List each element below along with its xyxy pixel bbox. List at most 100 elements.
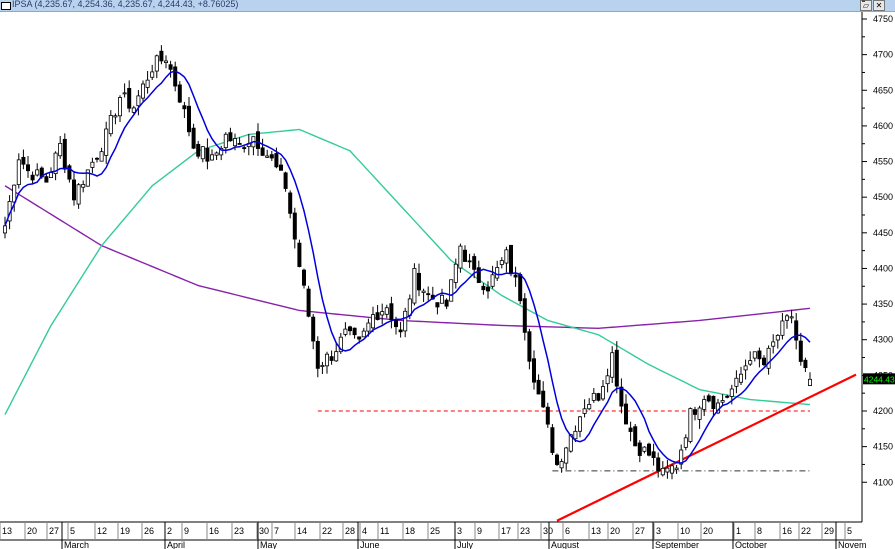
candle bbox=[545, 402, 550, 428]
candle bbox=[283, 171, 288, 192]
y-tick-label: 4650 bbox=[873, 85, 893, 95]
candle-body bbox=[58, 142, 63, 157]
candle bbox=[596, 392, 601, 402]
candle bbox=[85, 169, 90, 187]
x-month-label: August bbox=[551, 540, 580, 549]
candle-body bbox=[384, 307, 389, 315]
candle bbox=[550, 424, 555, 456]
candle-body bbox=[329, 356, 334, 361]
candle bbox=[481, 283, 486, 295]
candle-body bbox=[127, 88, 132, 109]
moving-average-medium bbox=[4, 128, 811, 415]
candle-body bbox=[25, 164, 30, 172]
candle bbox=[334, 342, 339, 362]
candle bbox=[375, 304, 380, 321]
candle bbox=[209, 149, 214, 161]
candle-body bbox=[269, 154, 274, 159]
candle bbox=[104, 121, 109, 164]
candle-body bbox=[209, 154, 214, 161]
candle-body bbox=[462, 249, 467, 262]
candle bbox=[118, 95, 123, 123]
candle bbox=[522, 293, 527, 341]
candle-body bbox=[610, 352, 615, 378]
candle bbox=[743, 359, 748, 380]
candle bbox=[582, 399, 587, 418]
candle-body bbox=[688, 408, 693, 442]
candle-body bbox=[72, 179, 77, 201]
candle-body bbox=[702, 399, 707, 410]
candle-body bbox=[637, 442, 642, 456]
candle-body bbox=[407, 298, 412, 316]
candle-body bbox=[513, 274, 518, 278]
candle bbox=[633, 424, 638, 447]
x-day-label: 28 bbox=[345, 526, 355, 536]
candle-body bbox=[205, 147, 210, 162]
candle-body bbox=[693, 409, 698, 415]
candle bbox=[200, 146, 205, 163]
x-day-label: 26 bbox=[144, 526, 154, 536]
x-day-label: 22 bbox=[322, 526, 332, 536]
candle-body bbox=[173, 66, 178, 87]
x-month-label: June bbox=[360, 540, 380, 549]
x-day-label: 20 bbox=[703, 526, 713, 536]
x-day-label: 17 bbox=[501, 526, 511, 536]
x-day-label: 2 bbox=[167, 526, 172, 536]
candle bbox=[62, 133, 67, 174]
candle-body bbox=[347, 326, 352, 332]
moving-average-short bbox=[4, 70, 811, 464]
candle-body bbox=[582, 408, 587, 414]
candle-body bbox=[647, 443, 652, 456]
candle-body bbox=[131, 107, 136, 113]
candle bbox=[311, 314, 316, 350]
candle bbox=[651, 443, 656, 466]
candle-body bbox=[177, 84, 182, 103]
candle bbox=[752, 351, 757, 362]
candle bbox=[541, 381, 546, 409]
candle-body bbox=[752, 351, 757, 359]
candle bbox=[421, 288, 426, 302]
candle bbox=[601, 380, 606, 401]
candle bbox=[693, 406, 698, 421]
candle-body bbox=[550, 427, 555, 453]
candle-body bbox=[485, 286, 490, 292]
candle bbox=[665, 460, 670, 479]
y-tick-label: 4450 bbox=[873, 228, 893, 238]
candle-body bbox=[154, 55, 159, 72]
candle-body bbox=[508, 244, 513, 274]
candle bbox=[771, 334, 776, 354]
candle bbox=[412, 263, 417, 306]
y-tick-label: 4200 bbox=[873, 406, 893, 416]
candle bbox=[670, 463, 675, 480]
candle bbox=[642, 446, 647, 454]
candle-body bbox=[439, 294, 444, 304]
candle bbox=[536, 374, 541, 395]
candle-body bbox=[108, 115, 113, 135]
candle-body bbox=[748, 360, 753, 365]
candle-body bbox=[656, 457, 661, 472]
candle-body bbox=[44, 176, 49, 183]
candle bbox=[343, 322, 348, 337]
candle bbox=[3, 216, 8, 239]
x-month-label: October bbox=[735, 540, 767, 549]
candle-body bbox=[633, 426, 638, 447]
candle-body bbox=[706, 395, 711, 402]
candle bbox=[458, 243, 463, 273]
candle bbox=[370, 306, 375, 333]
y-tick-label: 4600 bbox=[873, 121, 893, 131]
candle bbox=[559, 458, 564, 473]
x-month-label: May bbox=[260, 540, 278, 549]
candle-body bbox=[182, 105, 187, 110]
x-day-label: 16 bbox=[782, 526, 792, 536]
candle bbox=[605, 368, 610, 393]
candle bbox=[67, 164, 72, 183]
candle bbox=[228, 127, 233, 142]
x-day-label: 19 bbox=[120, 526, 130, 536]
candle-body bbox=[145, 79, 150, 88]
candle bbox=[90, 157, 95, 173]
candle-body bbox=[136, 95, 141, 107]
candle bbox=[352, 327, 357, 339]
candle bbox=[439, 288, 444, 304]
candle-body bbox=[794, 320, 799, 341]
x-day-label: 1 bbox=[736, 526, 741, 536]
candle-body bbox=[573, 430, 578, 440]
